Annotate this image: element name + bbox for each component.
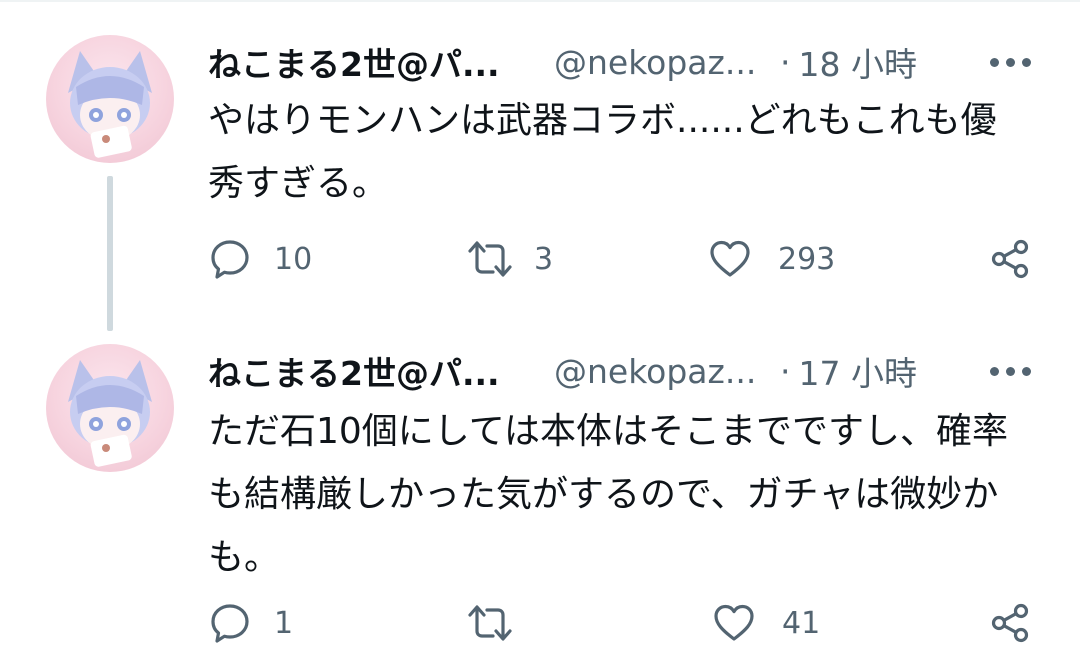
avatar-image bbox=[68, 360, 152, 467]
display-name[interactable]: ねこまる2世@パ... bbox=[208, 347, 526, 395]
timestamp[interactable]: 17 小時 bbox=[799, 347, 917, 395]
tweet-header: ねこまる2世@パ... @nekopaz... · 18 小時 bbox=[208, 37, 917, 87]
like-count: 41 bbox=[782, 605, 821, 641]
separator-dot: · bbox=[780, 42, 791, 82]
user-handle[interactable]: @nekopaz... bbox=[554, 43, 766, 82]
avatar-image bbox=[68, 51, 152, 158]
display-name[interactable]: ねこまる2世@パ... bbox=[208, 38, 526, 86]
tweet-text: ただ石10個にしては本体はそこまでですし、確率 も結構厳しかった気がするので、ガ… bbox=[208, 411, 1009, 578]
like-button[interactable]: 41 bbox=[712, 601, 820, 645]
separator-dot: · bbox=[780, 351, 791, 391]
share-icon bbox=[991, 603, 1029, 643]
more-icon[interactable] bbox=[990, 56, 1032, 70]
share-icon bbox=[991, 239, 1029, 279]
timestamp[interactable]: 18 小時 bbox=[799, 38, 917, 86]
more-icon[interactable] bbox=[990, 365, 1032, 379]
avatar[interactable] bbox=[46, 344, 174, 472]
heart-icon bbox=[710, 240, 750, 277]
like-count: 293 bbox=[778, 241, 836, 277]
retweet-icon bbox=[468, 241, 512, 277]
tweet-text: やはりモンハンは武器コラボ......どれもこれも優 秀すぎる。 bbox=[208, 100, 997, 204]
share-button[interactable] bbox=[988, 601, 1032, 645]
reply-count: 1 bbox=[274, 605, 294, 641]
top-divider bbox=[0, 0, 1080, 2]
retweet-button[interactable] bbox=[466, 601, 534, 645]
reply-icon bbox=[211, 604, 249, 643]
avatar[interactable] bbox=[46, 35, 174, 163]
like-button[interactable]: 293 bbox=[708, 237, 835, 281]
heart-icon bbox=[714, 604, 754, 641]
retweet-button[interactable]: 3 bbox=[466, 237, 553, 281]
user-handle[interactable]: @nekopaz... bbox=[554, 352, 766, 391]
tweet-header: ねこまる2世@パ... @nekopaz... · 17 小時 bbox=[208, 346, 917, 396]
reply-button[interactable]: 1 bbox=[208, 601, 293, 645]
action-bar: 1 41 bbox=[0, 601, 1080, 645]
action-bar: 10 3 293 bbox=[0, 237, 1080, 281]
reply-count: 10 bbox=[274, 241, 313, 277]
retweet-count: 3 bbox=[534, 241, 554, 277]
share-button[interactable] bbox=[988, 237, 1032, 281]
reply-button[interactable]: 10 bbox=[208, 237, 312, 281]
retweet-icon bbox=[468, 605, 512, 641]
reply-icon bbox=[211, 240, 249, 279]
